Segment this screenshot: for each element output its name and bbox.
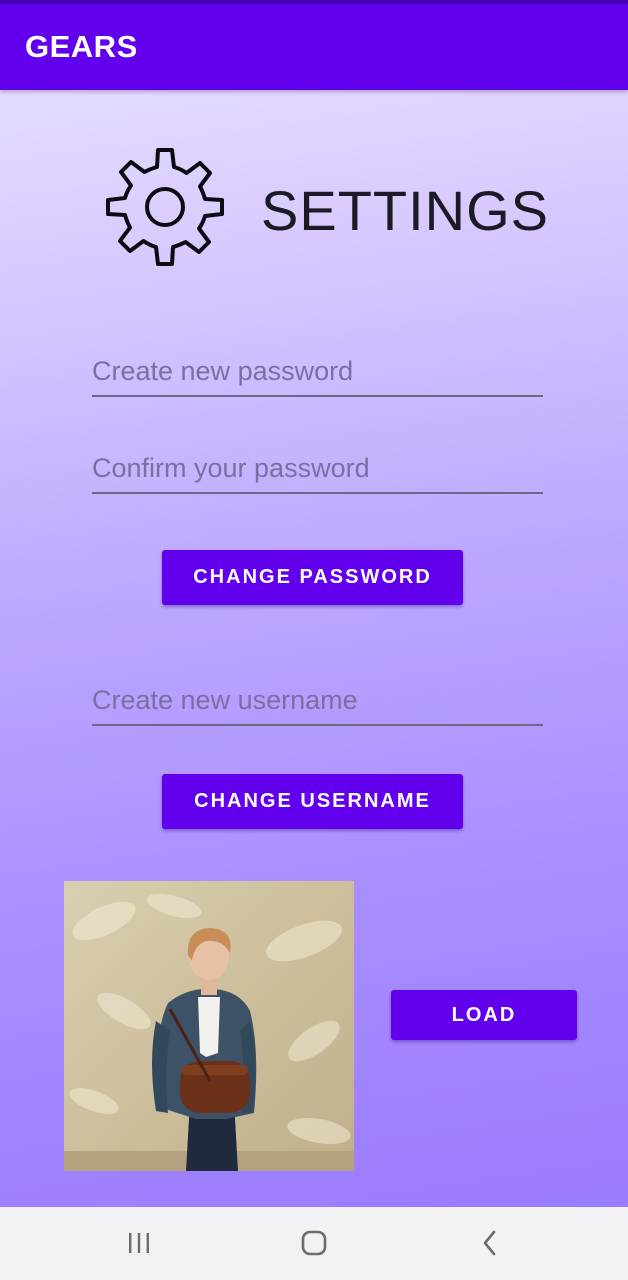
profile-image [64,881,354,1171]
new-password-input[interactable] [92,347,543,395]
recent-apps-icon [129,1233,149,1253]
confirm-password-field[interactable] [92,444,543,494]
system-nav-bar [0,1207,628,1280]
app-title: GEARS [25,29,138,64]
load-image-button[interactable]: LOAD [391,990,577,1040]
recent-apps-button[interactable] [117,1223,161,1263]
home-button[interactable] [292,1223,336,1263]
back-icon [483,1230,496,1256]
settings-screen: SETTINGS CHANGE PASSWORD CHANGE USERNAME [0,90,628,1207]
change-password-button[interactable]: CHANGE PASSWORD [162,550,463,605]
new-username-field[interactable] [92,676,543,726]
page-title: SETTINGS [261,179,550,242]
confirm-password-input[interactable] [92,444,543,492]
change-username-button[interactable]: CHANGE USERNAME [162,774,463,829]
back-button[interactable] [468,1223,512,1263]
gear-icon [106,148,224,266]
new-password-field[interactable] [92,347,543,397]
app-bar: GEARS [0,4,628,90]
home-icon [301,1230,327,1256]
profile-photo [64,881,354,1171]
new-username-input[interactable] [92,676,543,724]
